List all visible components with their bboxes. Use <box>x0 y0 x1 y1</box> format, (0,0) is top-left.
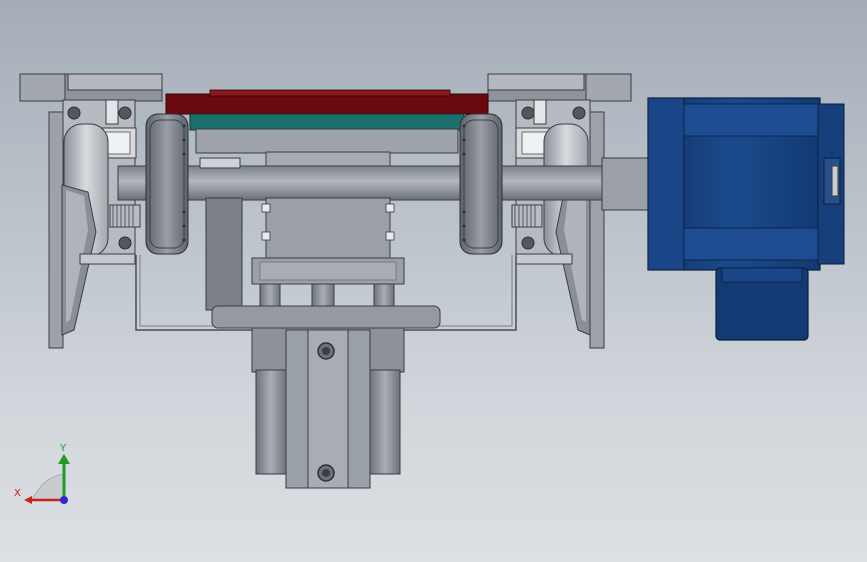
triad-plane <box>31 473 65 501</box>
cad-viewport[interactable]: Y X <box>0 0 867 562</box>
x-axis-label: X <box>14 488 21 499</box>
left-roller[interactable] <box>145 113 189 255</box>
y-axis-label: Y <box>59 443 67 454</box>
red-top-plate[interactable] <box>165 93 489 115</box>
pneumatic-cylinder[interactable] <box>251 327 405 489</box>
assembly-model[interactable] <box>0 0 867 562</box>
main-shaft[interactable] <box>117 165 649 201</box>
z-axis-dot-icon <box>60 496 68 504</box>
teal-plate[interactable] <box>189 113 465 131</box>
coordinate-triad: Y X <box>14 443 70 504</box>
right-roller[interactable] <box>459 113 503 255</box>
drive-motor[interactable] <box>601 97 845 341</box>
left-bearing-assembly[interactable] <box>19 73 163 349</box>
right-bearing-assembly[interactable] <box>487 73 632 349</box>
central-support[interactable] <box>205 197 405 315</box>
y-axis-arrow-icon <box>58 454 70 464</box>
x-axis-arrow-icon <box>24 496 32 504</box>
cylinder-flange[interactable] <box>211 305 441 329</box>
right-side-bracket[interactable] <box>589 111 605 349</box>
left-side-bracket[interactable] <box>48 111 64 349</box>
